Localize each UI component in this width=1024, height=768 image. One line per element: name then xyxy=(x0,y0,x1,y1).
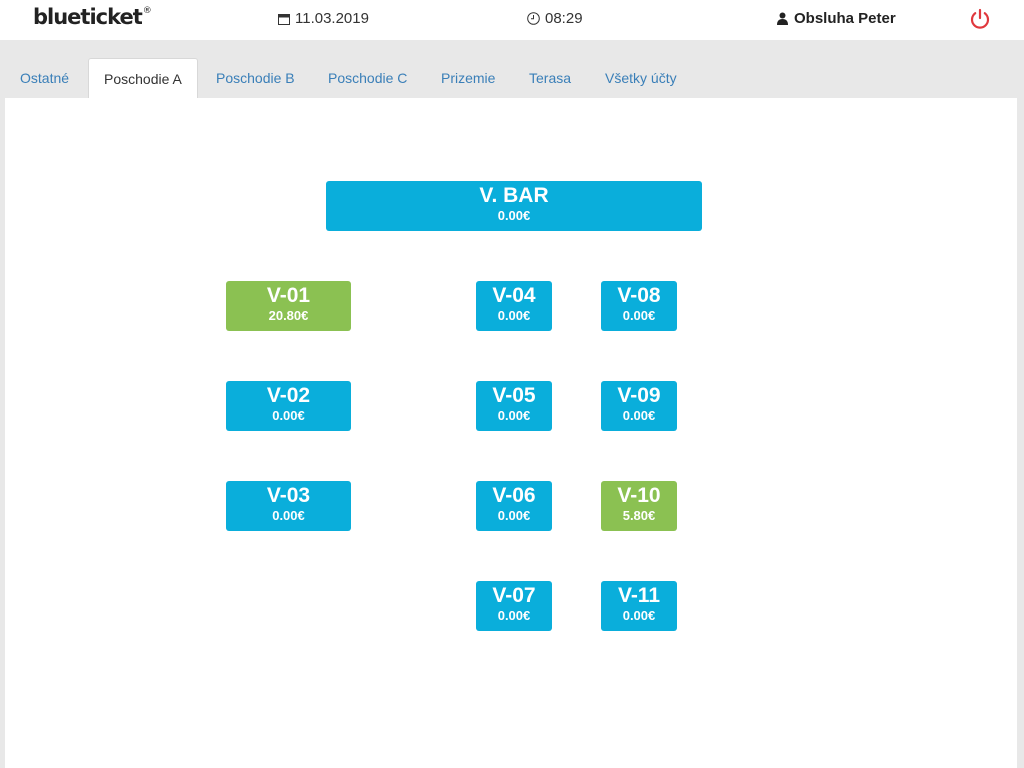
table-amount: 0.00€ xyxy=(622,608,656,623)
table-amount: 0.00€ xyxy=(272,408,305,423)
date-display: 11.03.2019 xyxy=(278,10,369,27)
time-text: 08:29 xyxy=(545,10,583,27)
power-icon xyxy=(968,8,992,35)
table-v-bar[interactable]: V. BAR 0.00€ xyxy=(326,181,702,231)
tab-poschodie-c[interactable]: Poschodie C xyxy=(328,58,407,98)
table-v-11[interactable]: V-11 0.00€ xyxy=(601,581,677,631)
user-display: Obsluha Peter xyxy=(776,10,896,27)
tab-poschodie-b[interactable]: Poschodie B xyxy=(216,58,295,98)
user-icon xyxy=(776,12,789,25)
table-amount: 0.00€ xyxy=(622,408,656,423)
clock-icon xyxy=(527,12,540,25)
table-v-07[interactable]: V-07 0.00€ xyxy=(476,581,552,631)
table-name: V-07 xyxy=(492,584,536,607)
tab-terasa[interactable]: Terasa xyxy=(529,58,571,98)
table-name: V-01 xyxy=(266,284,311,307)
calendar-icon xyxy=(278,13,290,25)
tab-prizemie[interactable]: Prizemie xyxy=(441,58,495,98)
panel-right-gutter xyxy=(1017,98,1024,768)
table-v-01[interactable]: V-01 20.80€ xyxy=(226,281,351,331)
table-name: V-06 xyxy=(492,484,536,507)
table-name: V-10 xyxy=(617,484,661,507)
table-amount: 0.00€ xyxy=(497,408,531,423)
table-v-10[interactable]: V-10 5.80€ xyxy=(601,481,677,531)
table-v-04[interactable]: V-04 0.00€ xyxy=(476,281,552,331)
top-bar: blueticket® 11.03.2019 08:29 Obsluha Pet… xyxy=(0,0,1024,40)
tab-ostatne[interactable]: Ostatné xyxy=(20,58,69,98)
table-amount: 0.00€ xyxy=(622,308,656,323)
table-name: V-09 xyxy=(617,384,661,407)
date-text: 11.03.2019 xyxy=(295,10,369,27)
table-name: V. BAR xyxy=(479,184,549,207)
table-name: V-05 xyxy=(492,384,536,407)
time-display: 08:29 xyxy=(527,10,583,27)
table-v-09[interactable]: V-09 0.00€ xyxy=(601,381,677,431)
table-amount: 0.00€ xyxy=(272,508,305,523)
table-amount: 0.00€ xyxy=(497,308,531,323)
tab-vsetky-ucty[interactable]: Všetky účty xyxy=(605,58,677,98)
table-amount: 5.80€ xyxy=(622,508,656,523)
table-name: V-03 xyxy=(266,484,311,507)
table-amount: 0.00€ xyxy=(497,208,531,223)
table-name: V-08 xyxy=(617,284,661,307)
table-amount: 0.00€ xyxy=(497,508,531,523)
logo-registered-mark: ® xyxy=(142,6,152,16)
table-name: V-11 xyxy=(617,584,661,607)
table-v-02[interactable]: V-02 0.00€ xyxy=(226,381,351,431)
table-amount: 20.80€ xyxy=(268,308,309,323)
table-v-03[interactable]: V-03 0.00€ xyxy=(226,481,351,531)
table-name: V-04 xyxy=(492,284,536,307)
table-amount: 0.00€ xyxy=(497,608,531,623)
tab-bar: Ostatné Poschodie A Poschodie B Poschodi… xyxy=(0,40,1024,99)
logo: blueticket® xyxy=(33,5,152,29)
tab-poschodie-a[interactable]: Poschodie A xyxy=(88,58,198,99)
power-button[interactable] xyxy=(968,7,992,31)
logo-text: blueticket xyxy=(33,5,143,29)
table-v-08[interactable]: V-08 0.00€ xyxy=(601,281,677,331)
user-name: Obsluha Peter xyxy=(794,10,896,27)
table-name: V-02 xyxy=(266,384,311,407)
table-v-06[interactable]: V-06 0.00€ xyxy=(476,481,552,531)
table-v-05[interactable]: V-05 0.00€ xyxy=(476,381,552,431)
